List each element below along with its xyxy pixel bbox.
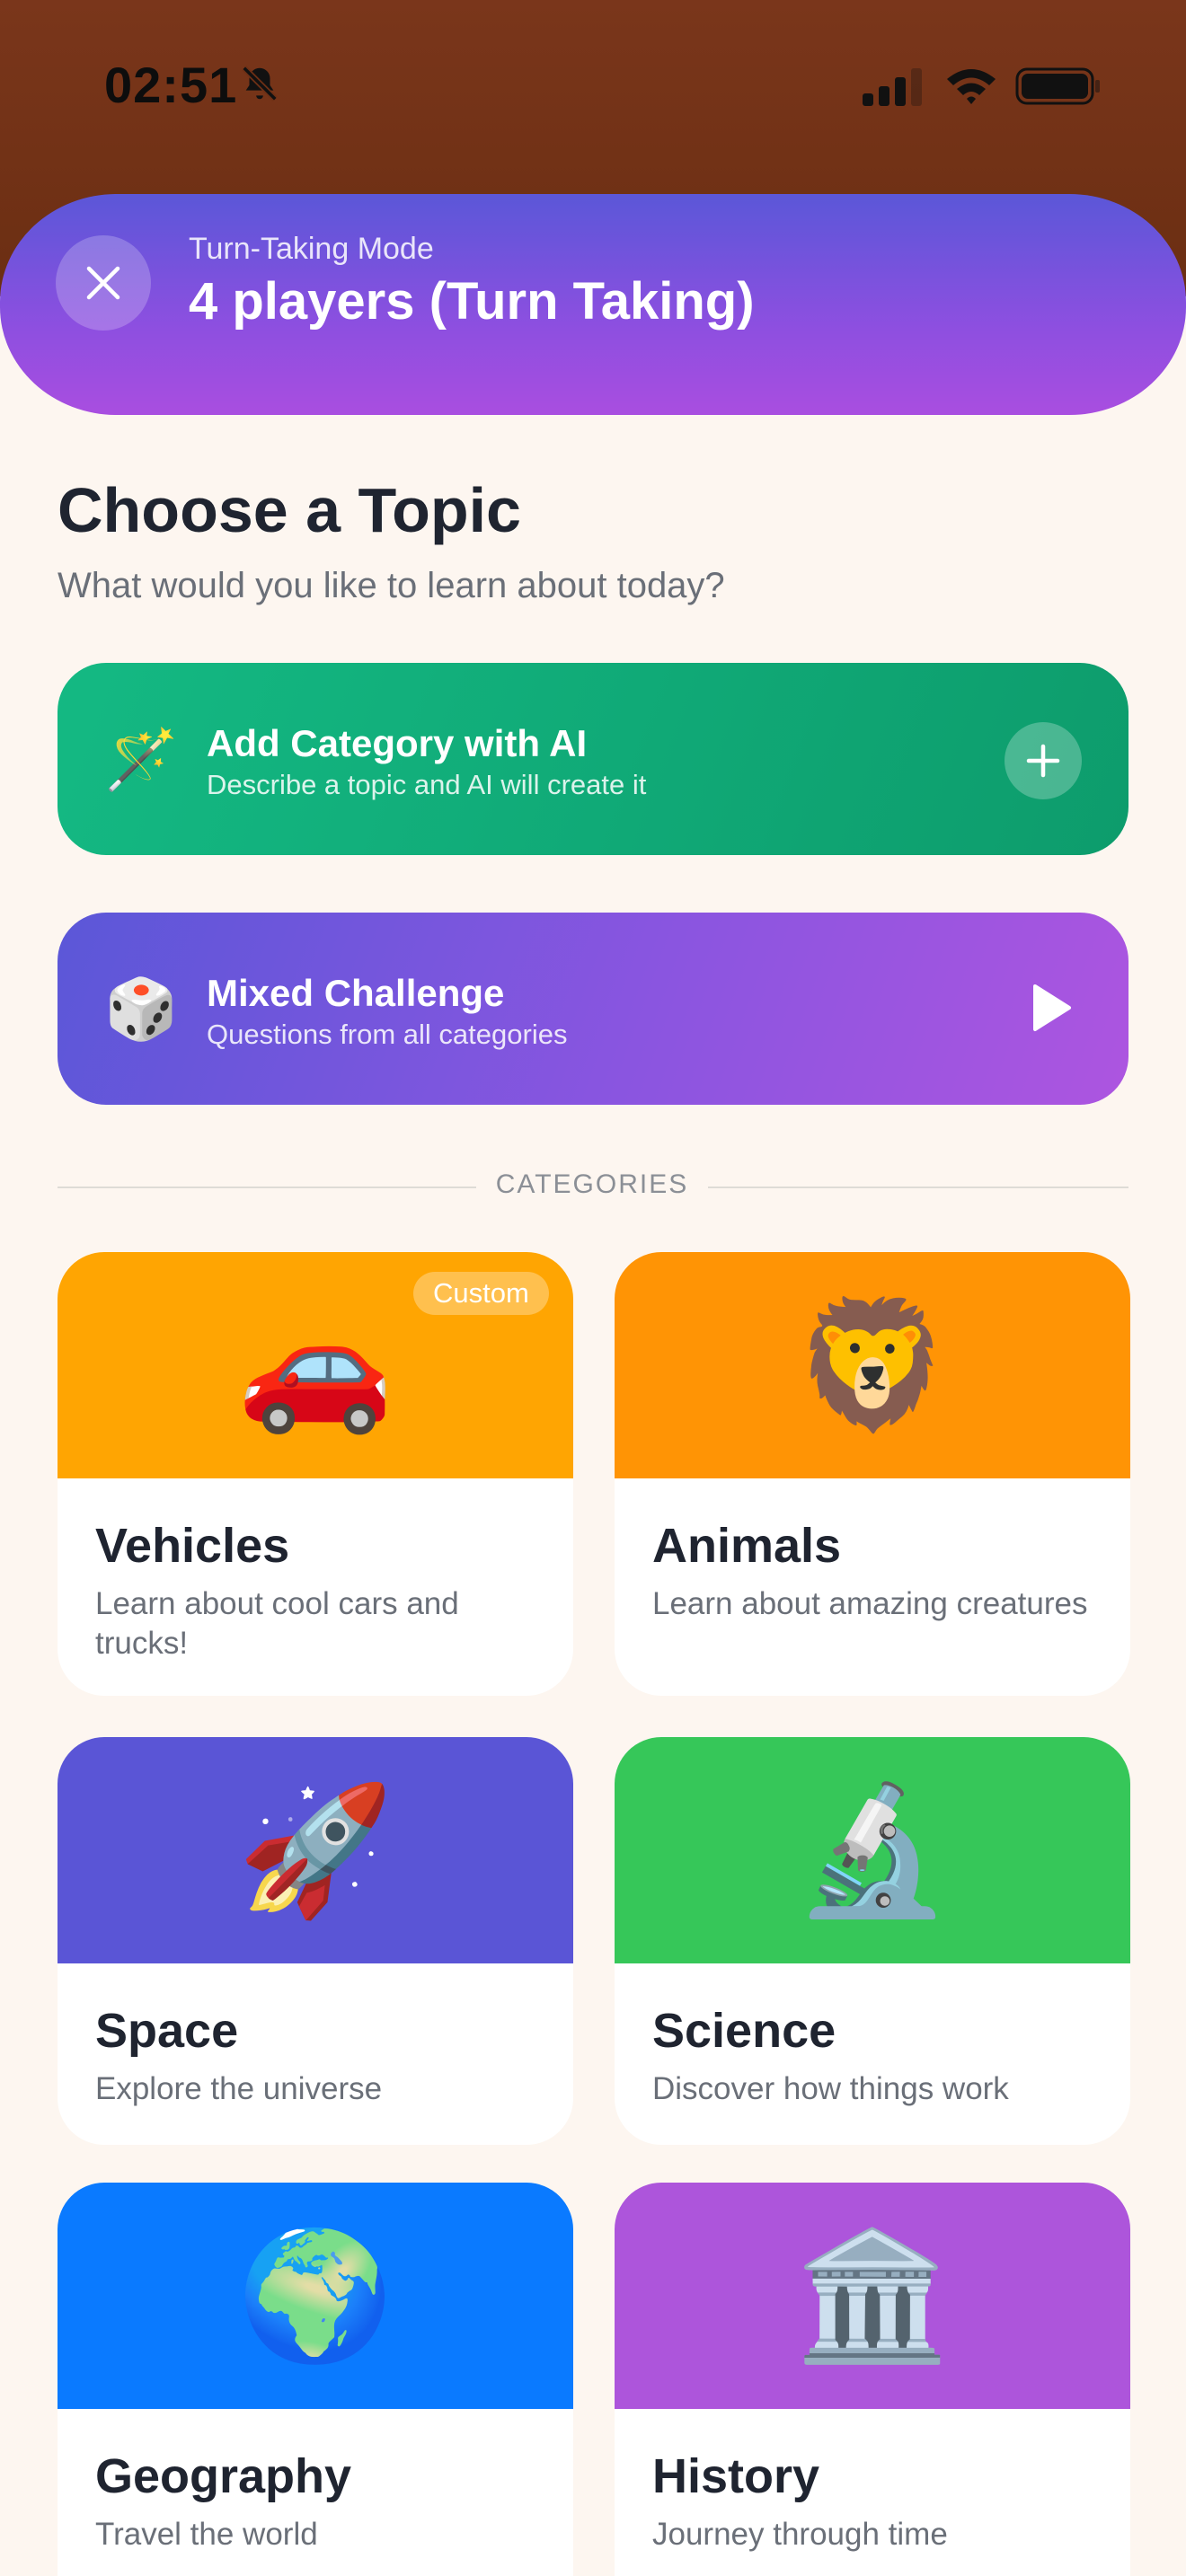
category-name: Animals (652, 1519, 842, 1573)
category-name: Science (652, 2004, 836, 2058)
category-description: Learn about amazing creatures (652, 1586, 1088, 1621)
page-subtitle: What would you like to learn about today… (58, 566, 725, 605)
category-description: Travel the world (95, 2517, 318, 2552)
category-name: Space (95, 2004, 239, 2058)
battery-icon (1015, 66, 1102, 110)
category-card-geography[interactable]: 🌍 Geography Travel the world (58, 2183, 573, 2576)
add-category-plus-button[interactable] (1005, 722, 1082, 799)
category-description: Explore the universe (95, 2071, 383, 2106)
mode-title: 4 players (Turn Taking) (189, 272, 755, 331)
category-card-space[interactable]: 🚀 Space Explore the universe (58, 1737, 573, 2145)
page-title: Choose a Topic (58, 475, 521, 545)
globe-icon: 🌍 (236, 2225, 394, 2366)
mixed-challenge-button[interactable]: 🎲 Mixed Challenge Questions from all cat… (58, 913, 1128, 1105)
category-card-science[interactable]: 🔬 Science Discover how things work (615, 1737, 1130, 2145)
wifi-icon (945, 65, 997, 109)
close-icon (86, 266, 120, 300)
car-icon: 🚗 (236, 1294, 394, 1435)
status-bar: 02:51 (0, 0, 1186, 180)
ai-card-title: Add Category with AI (207, 722, 588, 764)
cellular-signal-icon (863, 66, 925, 110)
category-color-header: 🔬 (615, 1737, 1130, 1963)
categories-divider: CATEGORIES (58, 1169, 1128, 1205)
dice-icon: 🎲 (104, 975, 179, 1042)
mixed-card-title: Mixed Challenge (207, 972, 505, 1014)
microscope-icon: 🔬 (793, 1779, 951, 1920)
rocket-icon: 🚀 (236, 1779, 394, 1920)
mixed-card-description: Questions from all categories (207, 1019, 568, 1050)
category-color-header: 🦁 (615, 1252, 1130, 1478)
category-card-vehicles[interactable]: Custom 🚗 Vehicles Learn about cool cars … (58, 1252, 573, 1696)
category-color-header: 🏛️ (615, 2183, 1130, 2409)
ai-card-description: Describe a topic and AI will create it (207, 769, 647, 800)
magic-wand-icon: 🪄 (104, 726, 179, 792)
category-card-history[interactable]: 🏛️ History Journey through time (615, 2183, 1130, 2576)
add-category-ai-button[interactable]: 🪄 Add Category with AI Describe a topic … (58, 663, 1128, 855)
divider-line (708, 1187, 1128, 1188)
bell-slash-icon (239, 63, 284, 108)
turn-taking-header: Turn-Taking Mode 4 players (Turn Taking) (0, 194, 1186, 415)
category-color-header: 🌍 (58, 2183, 573, 2409)
category-color-header: Custom 🚗 (58, 1252, 573, 1478)
category-name: Geography (95, 2449, 352, 2503)
status-time: 02:51 (104, 57, 238, 113)
categories-heading: CATEGORIES (495, 1169, 689, 1199)
category-description: Learn about cool cars and trucks! (95, 1586, 459, 1661)
category-card-animals[interactable]: 🦁 Animals Learn about amazing creatures (615, 1252, 1130, 1696)
classical-building-icon: 🏛️ (793, 2225, 951, 2366)
category-description: Journey through time (652, 2517, 948, 2552)
close-button[interactable] (56, 235, 151, 331)
lion-icon: 🦁 (793, 1294, 951, 1435)
divider-line (58, 1187, 476, 1188)
category-name: History (652, 2449, 820, 2503)
category-color-header: 🚀 (58, 1737, 573, 1963)
play-icon[interactable] (1031, 983, 1073, 1037)
plus-icon (1026, 744, 1060, 778)
category-name: Vehicles (95, 1519, 290, 1573)
category-description: Discover how things work (652, 2071, 1009, 2106)
mode-label: Turn-Taking Mode (189, 232, 434, 266)
